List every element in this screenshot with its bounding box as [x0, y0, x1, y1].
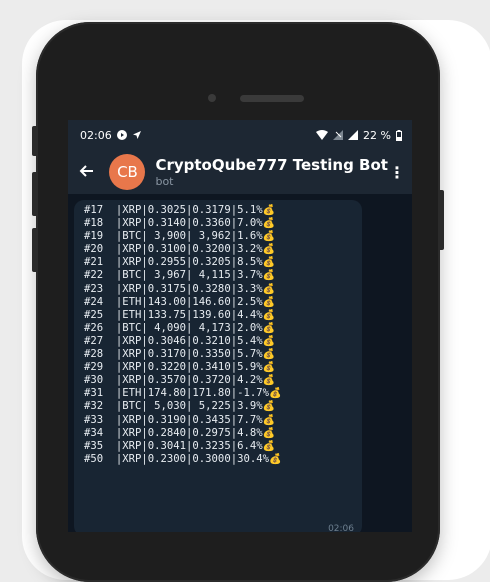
money-bag-icon: 💰 [268, 453, 282, 465]
trade-line-text: #17 |XRP|0.3025|0.3179|5.1% [84, 204, 263, 216]
trade-line: #22 |BTC| 3,967| 4,115|3.7%💰 [84, 269, 281, 282]
trade-line-text: #26 |BTC| 4,090| 4,173|2.0% [84, 321, 263, 334]
money-bag-icon: 💰 [262, 270, 276, 282]
chat-area: #17 |XRP|0.3025|0.3179|5.1%💰 #18 |XRP|0.3… [68, 194, 412, 532]
message-bubble[interactable]: #17 |XRP|0.3025|0.3179|5.1%💰 #18 |XRP|0.3… [74, 200, 362, 532]
trade-line-text: #20 |XRP|0.3100|0.3200|3.2% [84, 243, 263, 256]
phone-power-button [438, 190, 444, 250]
trade-line: #23 |XRP|0.3175|0.3280|3.3%💰 [84, 283, 281, 296]
money-bag-icon: 💰 [262, 205, 276, 216]
trade-line-text: #24 |ETH|143.00|146.60|2.5% [84, 295, 263, 308]
phone-volume-down-button [32, 228, 38, 272]
money-bag-icon: 💰 [262, 231, 276, 243]
phone-screen: 02:06 22 % CB CryptoQube777 Testing Bot … [68, 120, 412, 532]
message-text: #17 |XRP|0.3025|0.3179|5.1%💰 #18 |XRP|0.3… [84, 204, 281, 466]
trade-line: #27 |XRP|0.3046|0.3210|5.4%💰 [84, 335, 281, 348]
trade-line: #17 |XRP|0.3025|0.3179|5.1%💰 [84, 204, 281, 217]
trade-line-text: #22 |BTC| 3,967| 4,115|3.7% [84, 269, 263, 282]
media-play-icon [116, 130, 127, 140]
trade-line: #29 |XRP|0.3220|0.3410|5.9%💰 [84, 361, 281, 374]
money-bag-icon: 💰 [268, 388, 282, 400]
trade-line: #50 |XRP|0.2300|0.3000|30.4%💰 [84, 453, 281, 466]
chat-title-block[interactable]: CryptoQube777 Testing Bot bot [155, 156, 387, 188]
phone-volume-up-button [32, 172, 38, 216]
trade-line: #30 |XRP|0.3570|0.3720|4.2%💰 [84, 374, 281, 387]
trade-line-text: #30 |XRP|0.3570|0.3720|4.2% [84, 374, 263, 387]
mobile-signal-icon [348, 130, 359, 140]
money-bag-icon: 💰 [262, 244, 276, 256]
bot-avatar[interactable]: CB [109, 154, 146, 190]
trade-line: #21 |XRP|0.2955|0.3205|8.5%💰 [84, 256, 281, 269]
trade-line-text: #29 |XRP|0.3220|0.3410|5.9% [84, 361, 263, 374]
money-bag-icon: 💰 [262, 218, 276, 230]
earpiece-speaker [240, 95, 304, 102]
trade-line-text: #21 |XRP|0.2955|0.3205|8.5% [84, 256, 263, 269]
more-options-icon[interactable]: ⋮ [388, 163, 406, 182]
money-bag-icon: 💰 [262, 362, 276, 374]
signal-icon [333, 130, 344, 140]
trade-line: #28 |XRP|0.3170|0.3350|5.7%💰 [84, 348, 281, 361]
battery-icon [396, 129, 402, 141]
trade-line: #26 |BTC| 4,090| 4,173|2.0%💰 [84, 322, 281, 335]
wifi-icon [316, 130, 329, 140]
money-bag-icon: 💰 [262, 349, 276, 361]
money-bag-icon: 💰 [262, 257, 276, 269]
trade-line-text: #32 |BTC| 5,030| 5,225|3.9% [84, 400, 263, 413]
trade-line-text: #50 |XRP|0.2300|0.3000|30.4% [84, 452, 269, 465]
trade-line-text: #25 |ETH|133.75|139.60|4.4% [84, 308, 263, 321]
trade-line-text: #23 |XRP|0.3175|0.3280|3.3% [84, 282, 263, 295]
trade-line-text: #31 |ETH|174.80|171.80|-1.7% [84, 387, 269, 400]
money-bag-icon: 💰 [262, 296, 276, 308]
status-time: 02:06 [80, 128, 112, 142]
trade-line-text: #35 |XRP|0.3041|0.3235|6.4% [84, 439, 263, 452]
chat-subtitle: bot [155, 175, 174, 188]
message-time: 02:06 [328, 524, 354, 532]
trade-line: #32 |BTC| 5,030| 5,225|3.9%💰 [84, 400, 281, 413]
trade-line: #34 |XRP|0.2840|0.2975|4.8%💰 [84, 427, 281, 440]
trade-line: #33 |XRP|0.3190|0.3435|7.7%💰 [84, 414, 281, 427]
money-bag-icon: 💰 [262, 335, 276, 347]
trade-line-text: #27 |XRP|0.3046|0.3210|5.4% [84, 334, 263, 347]
trade-line-text: #33 |XRP|0.3190|0.3435|7.7% [84, 413, 263, 426]
trade-line-text: #19 |BTC| 3,900| 3,962|1.6% [84, 230, 263, 243]
chat-header: CB CryptoQube777 Testing Bot bot ⋮ [68, 150, 412, 194]
battery-percent: 22 % [363, 128, 391, 142]
trade-line: #31 |ETH|174.80|171.80|-1.7%💰 [84, 387, 281, 400]
front-camera [208, 94, 216, 102]
money-bag-icon: 💰 [262, 414, 276, 426]
trade-line-text: #34 |XRP|0.2840|0.2975|4.8% [84, 426, 263, 439]
money-bag-icon: 💰 [262, 309, 276, 321]
trade-line: #24 |ETH|143.00|146.60|2.5%💰 [84, 296, 281, 309]
money-bag-icon: 💰 [262, 427, 276, 439]
trade-line: #35 |XRP|0.3041|0.3235|6.4%💰 [84, 440, 281, 453]
money-bag-icon: 💰 [262, 283, 276, 295]
trade-line: #25 |ETH|133.75|139.60|4.4%💰 [84, 309, 281, 322]
chat-title: CryptoQube777 Testing Bot [155, 156, 388, 174]
trade-line-text: #28 |XRP|0.3170|0.3350|5.7% [84, 348, 263, 361]
trade-line: #18 |XRP|0.3140|0.3360|7.0%💰 [84, 217, 281, 230]
money-bag-icon: 💰 [262, 322, 276, 334]
trade-line-text: #18 |XRP|0.3140|0.3360|7.0% [84, 217, 263, 230]
back-arrow-icon[interactable] [78, 162, 101, 182]
navigation-arrow-icon [132, 131, 141, 139]
trade-line: #19 |BTC| 3,900| 3,962|1.6%💰 [84, 230, 281, 243]
money-bag-icon: 💰 [262, 440, 276, 452]
money-bag-icon: 💰 [262, 375, 276, 387]
phone-side-button [32, 126, 38, 156]
status-bar: 02:06 22 % [68, 120, 412, 150]
trade-line: #20 |XRP|0.3100|0.3200|3.2%💰 [84, 243, 281, 256]
money-bag-icon: 💰 [262, 401, 276, 413]
